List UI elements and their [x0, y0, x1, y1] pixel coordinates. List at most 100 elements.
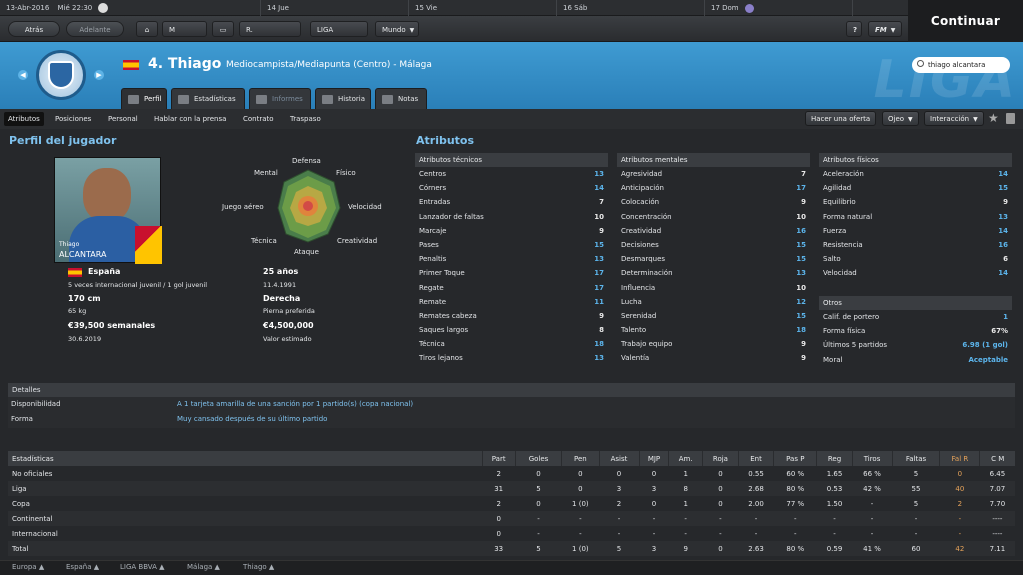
tab-estadisticas[interactable]: Estadísticas — [171, 88, 245, 109]
attribute-name: Centros — [419, 170, 447, 178]
tab-notas[interactable]: Notas — [375, 88, 427, 109]
attribute-value: 18 — [796, 326, 806, 335]
table-cell: - — [870, 499, 874, 508]
attribute-name: Remate — [419, 297, 447, 306]
availability-row: Disponibilidad A 1 tarjeta amarilla de u… — [8, 397, 1015, 412]
table-row[interactable]: Liga 31 5 0 3 3 8 0 2.68 80 % 0.53 42 % 55 40 7.07 — [8, 481, 1015, 496]
home-button[interactable]: ⌂ — [136, 21, 158, 37]
stats-header[interactable]: Goles — [514, 451, 562, 466]
attribute-value: 9 — [599, 226, 604, 235]
table-cell: 0 — [578, 484, 583, 493]
table-cell: 0 — [957, 469, 963, 478]
attribute-value: 10 — [796, 283, 806, 292]
attribute-value: 11 — [594, 297, 604, 306]
table-cell: 8 — [683, 484, 688, 493]
subnav-personal[interactable]: Personal — [104, 112, 142, 126]
subnav-posiciones[interactable]: Posiciones — [51, 112, 95, 126]
league-dropdown[interactable]: LIGA BBVA▼ — [310, 21, 368, 50]
attribute-value: 1 — [1003, 313, 1008, 321]
current-date[interactable]: 13-Abr-2016 Mié 22:30 — [0, 0, 130, 16]
tab-perfil[interactable]: Perfil — [121, 88, 167, 109]
continue-button[interactable]: Continuar — [908, 0, 1023, 42]
stats-header[interactable]: Part — [481, 451, 516, 466]
mental-attributes: Atributos mentales Agresividad 7 Anticipac… — [617, 153, 810, 366]
stats-header[interactable]: Am. — [668, 451, 703, 466]
table-cell: Total — [12, 544, 29, 553]
table-row[interactable]: Total 33 5 1 (0) 5 3 9 0 2.63 80 % 0.59 41 % 60 42 7.1… — [8, 541, 1015, 556]
stats-header[interactable]: Pen — [561, 451, 600, 466]
back-button[interactable]: Atrás — [8, 21, 60, 37]
search-input[interactable]: thiago alcantara — [912, 57, 1010, 73]
technical-attributes: Atributos técnicos Centros 13 Córners 14 Ent… — [415, 153, 608, 366]
stats-header[interactable]: Pas P — [773, 451, 817, 466]
form-value: Muy cansado después de su último partido — [177, 415, 328, 423]
stats-header[interactable]: Asist — [598, 451, 640, 466]
stats-header[interactable]: Ent — [738, 451, 774, 466]
breadcrumb-item[interactable]: España ▲ — [66, 563, 99, 571]
table-row[interactable]: Continental 0- - - - - - - - - - - - ---- — [8, 511, 1015, 526]
tab-informes[interactable]: Informes — [249, 88, 311, 109]
table-cell: 42 — [955, 544, 965, 553]
forward-button[interactable]: Adelante — [66, 21, 124, 37]
crest-shield-icon — [48, 61, 74, 89]
height: 170 cm — [68, 294, 101, 303]
table-row[interactable]: No oficiales 2 0 0 0 0 1 0 0.55 60 % 1.65 66 % 5 0 6.4… — [8, 466, 1015, 481]
table-cell: 2.00 — [748, 499, 764, 508]
table-cell: - — [870, 514, 874, 523]
attribute-row: Trabajo equipo 9 — [617, 337, 810, 351]
photo-name-small: Thiago — [59, 241, 80, 248]
breadcrumb-label: LIGA BBVA — [120, 563, 157, 571]
nationality[interactable]: España — [88, 267, 120, 276]
stats-header[interactable]: Tiros — [851, 451, 893, 466]
interaction-dropdown[interactable]: Interacción ▼ — [924, 111, 984, 126]
fm-menu[interactable]: FM ▼ — [868, 21, 902, 37]
tab-historia[interactable]: Historia — [315, 88, 371, 109]
stats-header[interactable]: Reg — [816, 451, 853, 466]
weight: 65 kg — [68, 307, 87, 315]
table-cell: 1 (0) — [572, 544, 589, 553]
stats-header[interactable]: Faltas — [891, 451, 940, 466]
spain-flag-icon — [123, 60, 139, 70]
subnav-contrato[interactable]: Contrato — [239, 112, 278, 126]
breadcrumb-item[interactable]: Thiago ▲ — [243, 563, 274, 571]
stats-header[interactable]: MJP — [638, 451, 669, 466]
inbox-button[interactable]: ▭ — [212, 21, 234, 37]
calendar-day[interactable]: 14 Jue — [260, 0, 408, 16]
attribute-row: Resistencia 16 — [819, 238, 1012, 252]
star-icon[interactable]: ★ — [988, 111, 999, 125]
subnav-atributos[interactable]: Atributos — [4, 112, 44, 126]
subnav-prensa[interactable]: Hablar con la prensa — [150, 112, 230, 126]
club-crest[interactable] — [36, 50, 86, 100]
stats-header[interactable]: Fal R — [939, 451, 980, 466]
table-cell: 0 — [718, 499, 723, 508]
calendar-scroll[interactable] — [852, 0, 908, 16]
attribute-row: Tiros lejanos 13 — [415, 351, 608, 365]
calendar-day[interactable]: 17 Dom — [704, 0, 852, 16]
manager-dropdown[interactable]: M Salas▼ — [162, 21, 207, 50]
clipboard-icon[interactable] — [1006, 113, 1015, 124]
table-cell: 0 — [496, 529, 501, 538]
stats-header[interactable]: C M — [979, 451, 1015, 466]
stats-icon — [178, 95, 189, 104]
subnav-traspaso[interactable]: Traspaso — [286, 112, 325, 126]
table-row[interactable]: Copa 2 0 1 (0) 2 0 1 0 2.00 77 % 1.50 - 5 2 7.70 — [8, 496, 1015, 511]
stats-header[interactable]: Estadísticas — [8, 451, 482, 466]
club-dropdown[interactable]: R. Sociedad▼ — [239, 21, 301, 50]
calendar-day[interactable]: 15 Vie — [408, 0, 556, 16]
stats-header[interactable]: Roja — [701, 451, 739, 466]
profile-icon — [128, 95, 139, 104]
table-cell: - — [652, 529, 656, 538]
breadcrumb-item[interactable]: LIGA BBVA ▲ — [120, 563, 165, 571]
scout-dropdown[interactable]: Ojeo ▼ — [882, 111, 919, 126]
attribute-row: Regate 17 — [415, 281, 608, 295]
world-dropdown[interactable]: Mundo ▼ — [375, 21, 419, 37]
help-button[interactable]: ? — [846, 21, 862, 37]
breadcrumb-item[interactable]: Málaga ▲ — [187, 563, 220, 571]
next-player-button[interactable]: ▶ — [94, 70, 104, 80]
breadcrumb-item[interactable]: Europa ▲ — [12, 563, 44, 571]
previous-player-button[interactable]: ◀ — [18, 70, 28, 80]
table-cell: 3 — [616, 484, 622, 493]
make-offer-button[interactable]: Hacer una oferta — [805, 111, 877, 126]
calendar-day[interactable]: 16 Sáb — [556, 0, 704, 16]
table-row[interactable]: Internacional 0- - - - - - - - - - - - ---- — [8, 526, 1015, 541]
